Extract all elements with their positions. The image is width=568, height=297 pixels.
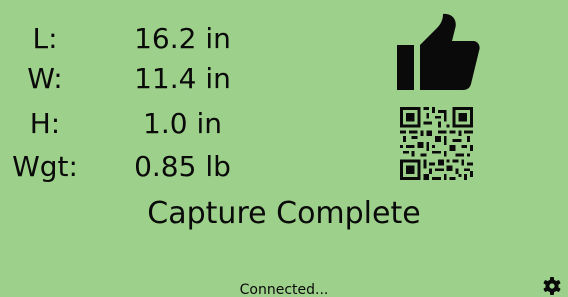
height-label: H:: [29, 107, 61, 140]
gear-icon[interactable]: [542, 276, 562, 296]
capture-screen: L: 16.2 in W: 11.4 in H: 1.0 in Wgt: 0.8…: [0, 0, 568, 297]
length-label: L:: [32, 22, 58, 55]
thumbs-up-icon: [397, 13, 480, 90]
weight-value: 0.85 lb: [134, 150, 231, 183]
width-label: W:: [27, 62, 63, 95]
height-value: 1.0 in: [143, 107, 222, 140]
width-value: 11.4 in: [134, 62, 231, 95]
weight-label: Wgt:: [12, 150, 78, 183]
length-value: 16.2 in: [134, 22, 231, 55]
connection-status: Connected...: [239, 282, 329, 297]
capture-status-message: Capture Complete: [147, 196, 421, 231]
qr-code-icon: [400, 107, 473, 180]
